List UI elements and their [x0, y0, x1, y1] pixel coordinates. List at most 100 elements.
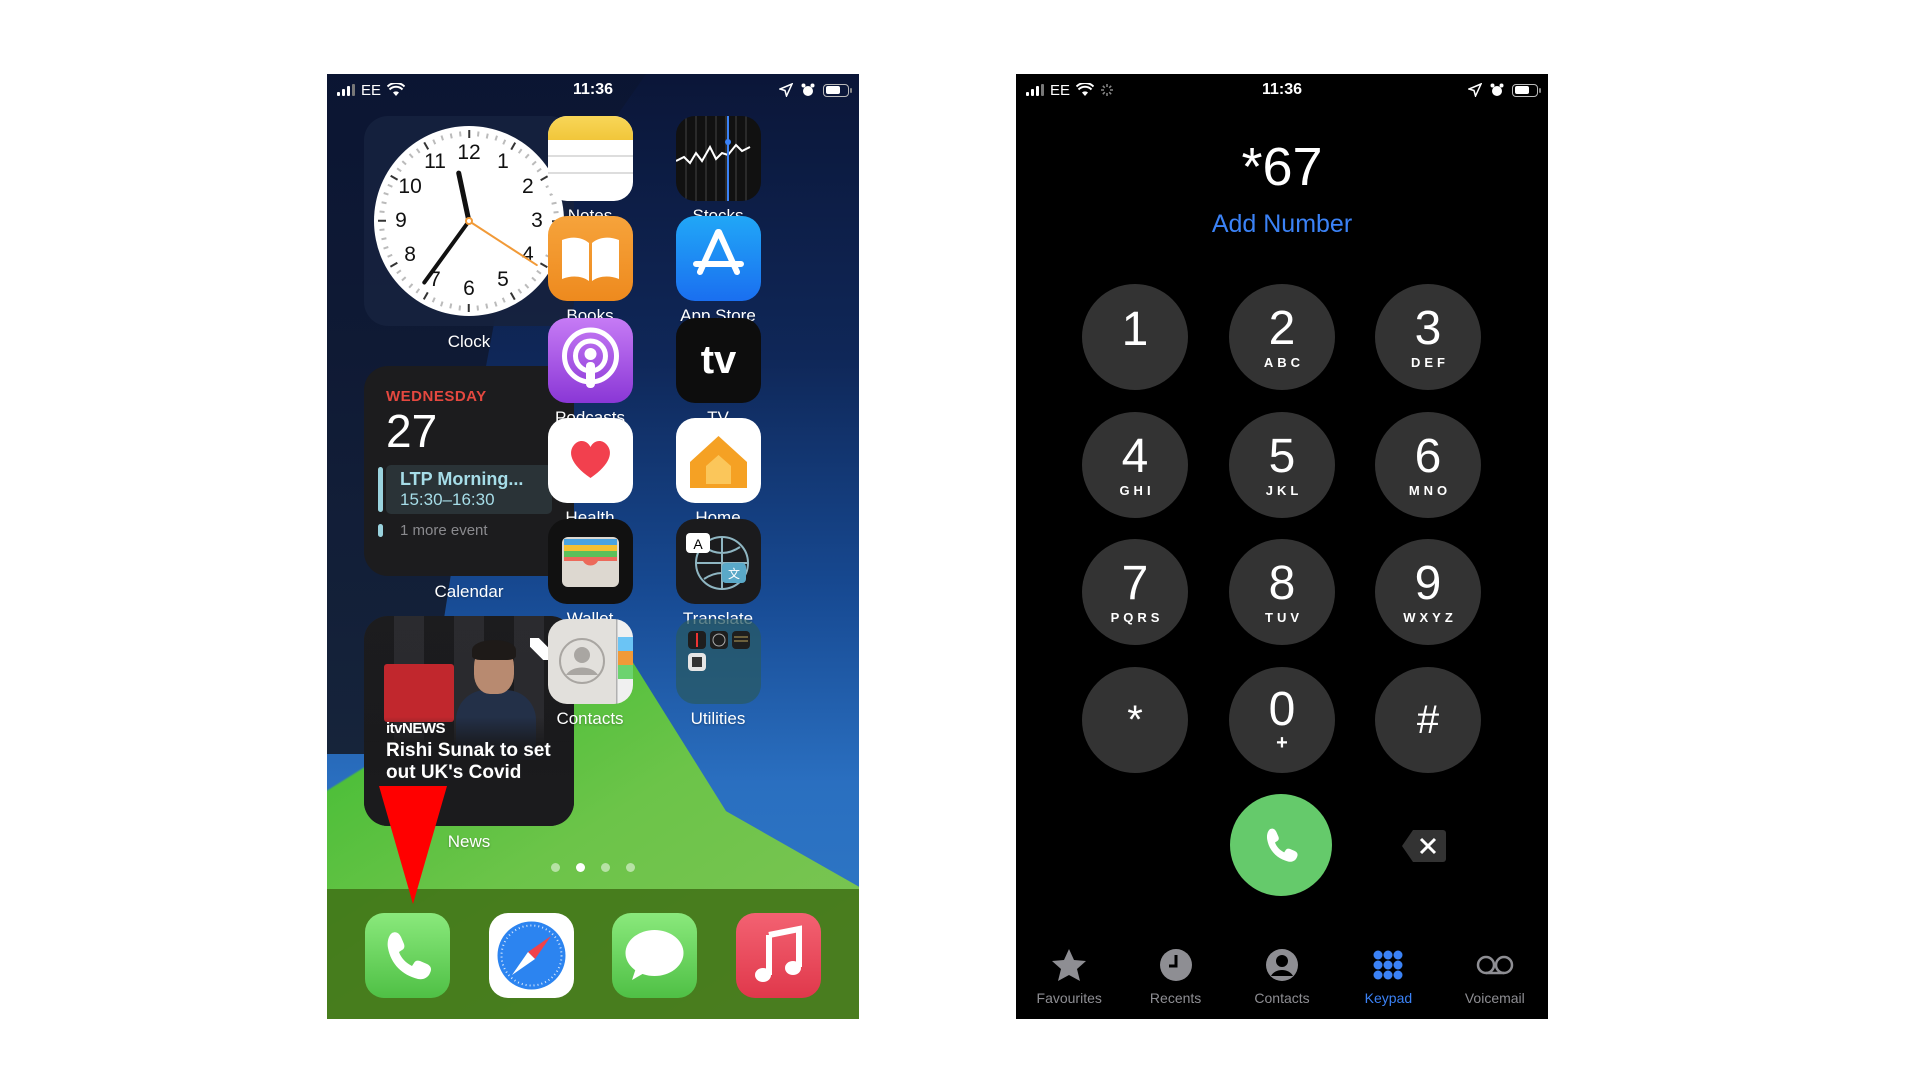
app-notes[interactable] [548, 116, 633, 201]
clock-tick [502, 138, 507, 145]
page-dot [551, 863, 560, 872]
alarm-icon [1490, 83, 1504, 96]
clock-tick [408, 153, 414, 159]
app-contacts[interactable] [548, 619, 633, 704]
clock-tick [386, 254, 393, 259]
clock-tick [440, 135, 444, 141]
dock-app-safari[interactable] [489, 913, 574, 998]
tab-contacts[interactable]: Contacts [1229, 939, 1335, 1019]
calendar-widget[interactable]: WEDNESDAY 27 LTP Morning... 15:30–16:30 … [364, 366, 574, 576]
key-digit: 1 [1121, 303, 1149, 356]
clock-tick [440, 301, 444, 307]
apple-tv-glyph: tv [700, 338, 737, 382]
key-letters: TUV [1265, 609, 1303, 625]
key-digit: 8 [1268, 556, 1296, 610]
dock-app-music[interactable] [736, 913, 821, 998]
page-dot [626, 863, 635, 872]
clock-tick [415, 288, 420, 294]
tab-label: Contacts [1254, 990, 1310, 1006]
delete-button[interactable] [1401, 829, 1447, 863]
tab-keypad[interactable]: Keypad [1335, 939, 1441, 1019]
key-9[interactable]: 9 WXYZ [1375, 539, 1481, 645]
clock-number: 9 [395, 209, 407, 232]
clock-tick [485, 133, 489, 139]
activity-spinner-icon [1101, 84, 1114, 96]
key-2[interactable]: 2 ABC [1229, 284, 1335, 390]
clock-tick [379, 229, 386, 232]
clock-tick [458, 131, 461, 138]
news-image-red-box [384, 664, 454, 722]
key-hash[interactable]: # [1375, 667, 1481, 773]
tab-voicemail[interactable]: Voicemail [1442, 939, 1548, 1019]
health-icon [548, 418, 633, 503]
key-6[interactable]: 6 MNO [1375, 412, 1481, 518]
key-digit: 0 [1268, 682, 1296, 736]
tab-recents[interactable]: Recents [1122, 939, 1228, 1019]
clock-tick [381, 237, 387, 241]
app-podcasts[interactable] [548, 318, 633, 403]
contacts-icon [548, 619, 633, 704]
key-letters: PQRS [1110, 609, 1164, 625]
tab-bar: Favourites Recents Contacts Keypad Voicemail [1016, 939, 1548, 1019]
key-8[interactable]: 8 TUV [1229, 539, 1335, 645]
app-health[interactable] [548, 418, 633, 503]
tab-label: Voicemail [1464, 990, 1525, 1006]
battery-icon [823, 83, 852, 97]
key-letters: + [1276, 731, 1288, 754]
app-tv[interactable]: tv [676, 318, 761, 403]
clock-tick [551, 201, 557, 205]
key-7[interactable]: 7 PQRS [1082, 539, 1188, 645]
news-source: itvNEWS [386, 720, 446, 737]
clock-tick [509, 292, 516, 301]
clock-tick [531, 160, 537, 166]
clock-tick [458, 304, 461, 311]
call-button[interactable] [1230, 794, 1332, 896]
app-wallet[interactable] [548, 519, 633, 604]
clock-tick [449, 133, 453, 139]
clock-tick [477, 304, 480, 311]
key-0[interactable]: 0 + [1229, 667, 1335, 773]
utilities-icon [676, 619, 761, 704]
key-digit: 2 [1268, 301, 1296, 355]
home-screen: EE 11:36 12 1 2 3 4 5 6 7 8 9 10 11 Clock WEDNESDAY… [327, 74, 859, 1019]
tab-favourites[interactable]: Favourites [1016, 939, 1122, 1019]
calendar-widget-label: Calendar [434, 582, 504, 601]
app-label-utilities: Utilities [690, 709, 746, 728]
tab-label: Recents [1149, 990, 1202, 1006]
dock-app-messages[interactable] [612, 913, 697, 998]
clock-tick [378, 220, 386, 222]
app-books[interactable] [548, 216, 633, 301]
dialer-screen: EE 11:36 *67 Add Number 1 2 ABC 3 DEF 4 GHI 5 JK… [1016, 74, 1548, 1019]
key-4[interactable]: 4 GHI [1082, 412, 1188, 518]
clock-number: 12 [457, 141, 481, 164]
location-icon [779, 83, 793, 97]
key-1[interactable]: 1 [1082, 284, 1188, 390]
clock-tick [477, 131, 480, 138]
status-bar: EE 11:36 [327, 74, 859, 106]
clock-tick [431, 297, 436, 304]
person-circle-icon [1262, 947, 1302, 990]
battery-icon [1512, 83, 1541, 97]
clock-tick [383, 192, 389, 196]
page-dot-active [576, 863, 585, 872]
key-digit: 5 [1268, 429, 1296, 483]
key-star[interactable]: * [1082, 667, 1188, 773]
clock-tick [524, 283, 530, 289]
app-utilities[interactable] [676, 619, 761, 704]
app-stocks[interactable] [676, 116, 761, 201]
key-letters: ABC [1263, 354, 1305, 370]
key-5[interactable]: 5 JKL [1229, 412, 1335, 518]
clock-number: 5 [497, 267, 509, 291]
add-number-link[interactable]: Add Number [1016, 210, 1548, 239]
clock-tick [383, 246, 389, 250]
dock-app-phone[interactable] [365, 913, 450, 998]
app-app-store[interactable] [676, 216, 761, 301]
key-3[interactable]: 3 DEF [1375, 284, 1481, 390]
clock-tick [536, 167, 542, 172]
app-translate[interactable]: A文 [676, 519, 761, 604]
key-digit: 4 [1121, 429, 1149, 483]
carrier-label: EE [361, 81, 382, 99]
clock-tick [494, 135, 498, 141]
app-home[interactable] [676, 418, 761, 503]
clock-tick [485, 303, 489, 309]
